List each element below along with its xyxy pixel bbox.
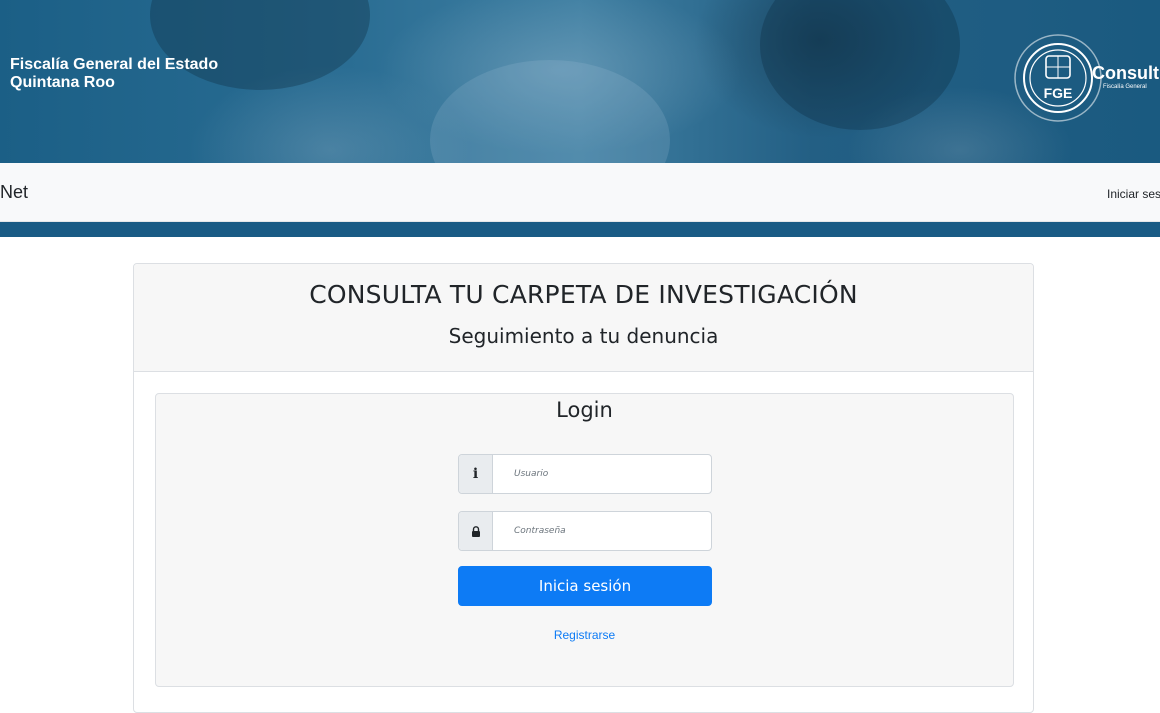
- navbar-brand[interactable]: Net: [0, 182, 28, 203]
- info-icon: i: [459, 455, 493, 493]
- password-field-group: [458, 511, 712, 551]
- header-divider-bar: [0, 222, 1160, 237]
- top-navbar: Net Iniciar ses: [0, 163, 1160, 222]
- lock-icon: [459, 512, 493, 550]
- card-header: CONSULTA TU CARPETA DE INVESTIGACIÓN Seg…: [134, 264, 1033, 372]
- login-button[interactable]: Inicia sesión: [458, 566, 712, 606]
- lock-icon-glyph: [471, 525, 480, 537]
- login-heading: Login: [556, 398, 613, 422]
- username-field-group: i: [458, 454, 712, 494]
- nav-login-link[interactable]: Iniciar ses: [1107, 187, 1160, 201]
- logo-label: Consult: [1092, 63, 1159, 83]
- emblem-text: FGE: [1044, 85, 1073, 101]
- login-panel: Login i Inicia sesión Registrarse: [155, 393, 1014, 687]
- password-input[interactable]: [494, 512, 711, 550]
- header-banner: Fiscalía General del Estado Quintana Roo…: [0, 0, 1160, 163]
- consulta-card: CONSULTA TU CARPETA DE INVESTIGACIÓN Seg…: [133, 263, 1034, 713]
- logo-sublabel: Fiscalía General: [1103, 84, 1147, 90]
- consulta-logo: FGE Consult Fiscalía General: [1014, 28, 1160, 128]
- banner-photo-highlight: [430, 60, 670, 163]
- page-title: CONSULTA TU CARPETA DE INVESTIGACIÓN: [309, 280, 858, 309]
- organization-name: Fiscalía General del Estado Quintana Roo: [10, 56, 218, 92]
- page-subtitle: Seguimiento a tu denuncia: [448, 324, 719, 348]
- username-input[interactable]: [494, 455, 711, 493]
- banner-photo-shade-2: [760, 0, 960, 130]
- organization-name-line1: Fiscalía General del Estado: [10, 56, 219, 73]
- register-link[interactable]: Registrarse: [156, 628, 1013, 642]
- organization-name-line2: Quintana Roo: [10, 74, 115, 91]
